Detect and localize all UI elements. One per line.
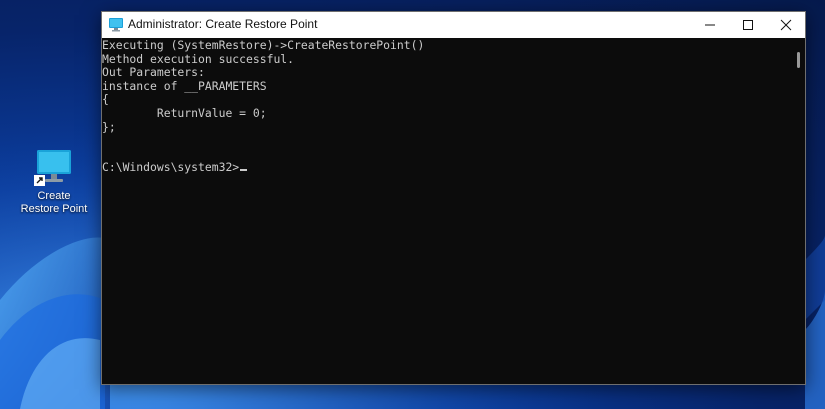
close-icon [780,19,792,31]
minimize-button[interactable] [691,12,729,38]
console-line: Out Parameters: [102,65,205,80]
maximize-icon [743,20,753,30]
minimize-icon [705,24,715,26]
console-line: Executing (SystemRestore)->CreateRestore… [102,38,425,52]
window-titlebar[interactable]: Administrator: Create Restore Point [102,12,805,38]
scrollbar-thumb[interactable] [797,52,800,68]
console-line: ReturnValue = 0; [102,105,267,120]
maximize-button[interactable] [729,12,767,38]
monitor-shortcut-icon [34,148,74,188]
console-line: Method execution successful. [102,51,295,66]
text-cursor [240,169,248,172]
close-button[interactable] [767,12,805,38]
terminal-monitor-icon [108,17,124,33]
console-prompt: C:\Windows\system32> [102,160,240,175]
console-output-area[interactable]: Executing (SystemRestore)->CreateRestore… [102,38,792,384]
command-prompt-window: Administrator: Create Restore Point Exec… [101,11,806,385]
window-title: Administrator: Create Restore Point [128,17,318,31]
shortcut-label-line1: Create [37,190,71,202]
console-line: { [102,92,109,107]
desktop-shortcut-create-restore-point[interactable]: Create Restore Point [16,148,92,216]
shortcut-label-line2: Restore Point [20,203,88,215]
console-line: }; [102,119,116,134]
vertical-scrollbar[interactable] [792,38,805,384]
console-line: instance of __PARAMETERS [102,78,267,93]
